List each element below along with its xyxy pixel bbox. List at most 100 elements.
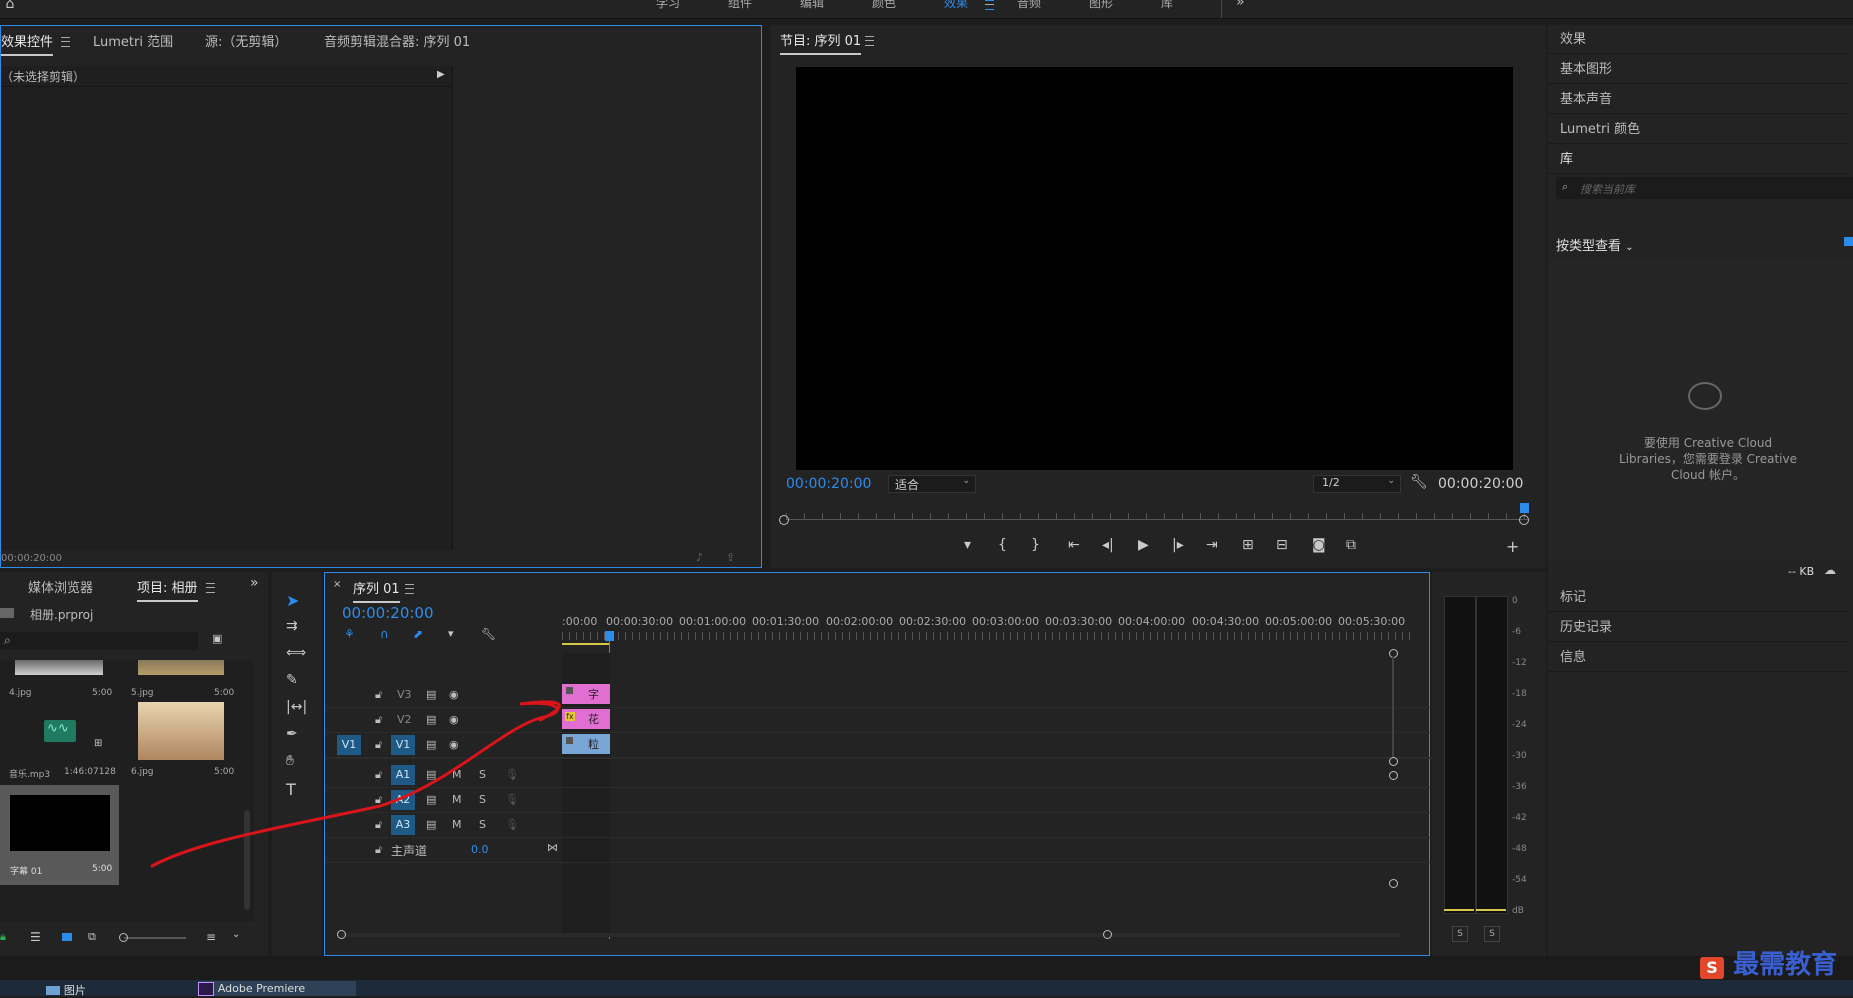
step-forward-icon[interactable]: |▸: [1172, 537, 1184, 553]
track-select-tool-icon[interactable]: ⇉: [286, 618, 298, 634]
eye-icon[interactable]: ◉: [449, 738, 459, 751]
wrench-icon[interactable]: 🔧︎: [1410, 474, 1428, 490]
panel-markers[interactable]: 标记: [1548, 583, 1848, 612]
program-playhead[interactable]: [1520, 503, 1529, 513]
ws-tab[interactable]: 图形: [1089, 0, 1113, 11]
tab-lumetri-scopes[interactable]: Lumetri 范围: [93, 31, 173, 50]
expand-arrow-icon[interactable]: ▶: [437, 69, 445, 80]
lock-icon[interactable]: 🔓︎: [375, 713, 382, 727]
go-to-end-icon[interactable]: ⋈: [547, 841, 558, 854]
go-to-in-icon[interactable]: ⇤: [1068, 537, 1080, 553]
taskbar-item-pictures[interactable]: 图片: [46, 982, 192, 997]
timeline-ruler[interactable]: :00:00 00:00:30:00 00:01:00:00 00:01:30:…: [562, 615, 1415, 645]
h-zoom-handle-left[interactable]: [337, 930, 346, 939]
camera-icon[interactable]: ◙: [1312, 537, 1326, 553]
source-patch-v1[interactable]: V1: [337, 735, 361, 755]
meter-solo-left[interactable]: S: [1452, 926, 1468, 942]
timeline-settings-icon[interactable]: 🔧︎: [481, 627, 496, 641]
clip-v2[interactable]: fx 花: [562, 709, 610, 729]
tab-project[interactable]: 项目: 相册: [137, 577, 198, 602]
timeline-playhead-handle[interactable]: [605, 631, 614, 641]
ws-tab[interactable]: 编辑: [800, 0, 824, 11]
v-scroll-handle-bottom[interactable]: [1389, 879, 1398, 888]
h-zoom-track[interactable]: [341, 933, 1401, 937]
snap-icon[interactable]: ∩: [380, 627, 389, 641]
h-zoom-handle-right[interactable]: [1103, 930, 1112, 939]
mute-button[interactable]: M: [452, 768, 462, 781]
lock-icon[interactable]: 🔒︎: [0, 930, 6, 944]
ws-tab[interactable]: 库: [1161, 0, 1173, 11]
export-icon[interactable]: ⇪: [726, 551, 735, 564]
v-scroll-handle-mid[interactable]: [1389, 757, 1398, 766]
panel-libraries[interactable]: 库: [1548, 145, 1848, 174]
microphone-icon[interactable]: 🎙︎: [505, 768, 519, 781]
tab-effect-controls[interactable]: 效果控件: [1, 31, 54, 56]
ripple-edit-tool-icon[interactable]: ⟺: [286, 645, 306, 661]
work-area-bar[interactable]: [562, 643, 610, 645]
ws-tab[interactable]: 音频: [1017, 0, 1041, 11]
project-search-input[interactable]: ⌕: [0, 632, 198, 650]
program-menu-icon[interactable]: [865, 36, 874, 46]
mark-in-icon[interactable]: {: [998, 537, 1007, 553]
home-icon[interactable]: ⌂: [2, 0, 18, 12]
lock-icon[interactable]: 🔓︎: [375, 793, 382, 807]
audio-waveform-thumbnail[interactable]: ∿∿: [44, 720, 76, 742]
lock-icon[interactable]: 🔓︎: [375, 688, 382, 702]
solo-button[interactable]: S: [479, 793, 486, 806]
razor-tool-icon[interactable]: ✎: [286, 672, 298, 688]
sort-icon[interactable]: ≡: [206, 930, 216, 944]
compare-icon[interactable]: ⧉: [1346, 537, 1356, 553]
ws-more-icon[interactable]: »: [1236, 0, 1245, 10]
panel-lumetri-color[interactable]: Lumetri 颜色: [1548, 115, 1848, 144]
lock-icon[interactable]: 🔓︎: [375, 738, 382, 752]
extract-icon[interactable]: ⊟: [1276, 537, 1288, 553]
zoom-slider[interactable]: [124, 937, 186, 939]
thumbnail-4[interactable]: [15, 660, 103, 675]
track-target-v1[interactable]: V1: [391, 735, 415, 755]
chevron-down-icon[interactable]: ⌄: [232, 929, 240, 940]
new-bin-icon[interactable]: ▣: [212, 632, 222, 645]
panel-menu-icon[interactable]: [61, 37, 70, 47]
add-marker-icon[interactable]: ▾: [964, 537, 971, 553]
view-by-dropdown[interactable]: 按类型查看 ⌄: [1556, 235, 1634, 254]
meter-solo-right[interactable]: S: [1484, 926, 1500, 942]
panel-history[interactable]: 历史记录: [1548, 613, 1848, 642]
panel-info[interactable]: 信息: [1548, 643, 1848, 672]
solo-button[interactable]: S: [479, 768, 486, 781]
quality-select[interactable]: 1/2 ⌄: [1313, 475, 1401, 493]
pen-tool-icon[interactable]: ✒: [286, 726, 298, 742]
type-tool-icon[interactable]: T: [286, 780, 296, 799]
solo-button[interactable]: S: [479, 818, 486, 831]
ws-tab[interactable]: 组件: [728, 0, 752, 11]
timeline-timecode[interactable]: 00:00:20:00: [342, 604, 434, 622]
lock-icon[interactable]: 🔓︎: [375, 768, 382, 782]
play-icon[interactable]: ▶: [1138, 537, 1149, 553]
microphone-icon[interactable]: 🎙︎: [505, 818, 519, 831]
eye-icon[interactable]: ◉: [449, 688, 459, 701]
grid-view-icon[interactable]: [1844, 237, 1853, 246]
tab-audio-clip-mixer[interactable]: 音频剪辑混合器: 序列 01: [324, 31, 470, 50]
clip-v1[interactable]: 粒: [562, 734, 610, 754]
panel-essential-sound[interactable]: 基本声音: [1548, 85, 1848, 114]
linked-selection-icon[interactable]: ⬈: [413, 627, 423, 641]
panel-effects[interactable]: 效果: [1548, 25, 1848, 54]
zoom-slider-handle[interactable]: [119, 933, 128, 942]
selection-tool-icon[interactable]: ➤: [286, 591, 299, 610]
project-scrollbar[interactable]: [244, 810, 250, 910]
selected-item-card[interactable]: 字幕 01 5:00: [0, 785, 119, 885]
hand-tool-icon[interactable]: ✋︎: [286, 753, 294, 769]
go-to-out-icon[interactable]: ⇥: [1206, 537, 1218, 553]
ws-tab-active[interactable]: 效果: [944, 0, 968, 11]
sync-lock-icon[interactable]: ▤: [426, 713, 436, 726]
sync-lock-icon[interactable]: ▤: [426, 768, 436, 781]
microphone-icon[interactable]: 🎙︎: [505, 793, 519, 806]
mute-button[interactable]: M: [452, 818, 462, 831]
sync-lock-icon[interactable]: ▤: [426, 818, 436, 831]
mark-out-icon[interactable]: }: [1031, 537, 1040, 553]
lift-icon[interactable]: ⊞: [1242, 537, 1254, 553]
thumbnail-6[interactable]: [138, 702, 224, 760]
tab-source[interactable]: 源:（无剪辑）: [205, 31, 287, 50]
more-panels-icon[interactable]: »: [250, 575, 259, 591]
sync-lock-icon[interactable]: ▤: [426, 738, 436, 751]
program-title[interactable]: 节目: 序列 01: [780, 30, 862, 55]
